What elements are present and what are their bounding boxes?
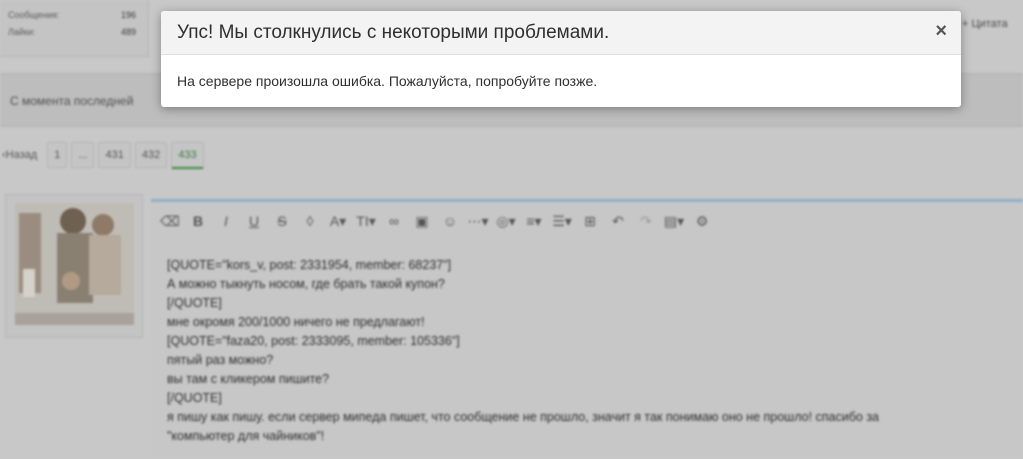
avatar-image	[15, 203, 134, 325]
strikethrough-icon[interactable]: S	[271, 213, 293, 229]
content-line: [/QUOTE]	[167, 296, 222, 310]
content-line: вы там с кликером пишите?	[167, 372, 330, 386]
quote-button[interactable]: + Цитата	[962, 18, 1008, 30]
content-line: мне окромя 200/1000 ничего не предлагают…	[167, 315, 425, 329]
user-stats-panel: Сообщения: 196 Лайки: 489	[0, 0, 149, 57]
avatar[interactable]	[15, 203, 134, 325]
dialog-header: Упс! Мы столкнулись с некоторыми проблем…	[161, 11, 961, 55]
italic-icon[interactable]: I	[215, 213, 237, 229]
banner-text: С момента последней	[10, 94, 134, 108]
content-line: я пишу как пишу. если сервер мипеда пише…	[167, 410, 880, 424]
link-icon[interactable]: ∞	[383, 213, 405, 229]
user-avatar-box	[5, 194, 143, 338]
content-line: А можно тыкнуть носом, где брать такой к…	[167, 277, 445, 291]
stat-value: 489	[120, 27, 136, 37]
settings-icon[interactable]: ⚙	[691, 213, 713, 230]
message-editor[interactable]: ⌫ B I U S ◊ A▾ TI▾ ∞ ▣ ☺ ⋯▾ ◎▾ ≡▾ ☰▾ ⊞ ↶…	[151, 199, 1023, 459]
bold-icon[interactable]: B	[187, 213, 209, 229]
stat-row-messages: Сообщения: 196	[8, 10, 136, 20]
page-link[interactable]: 1	[47, 142, 68, 168]
content-line: "компьютер для чайников"!	[167, 429, 325, 443]
underline-icon[interactable]: U	[243, 213, 265, 229]
stat-value: 196	[120, 10, 136, 20]
align-icon[interactable]: ≡▾	[523, 213, 545, 230]
editor-toolbar: ⌫ B I U S ◊ A▾ TI▾ ∞ ▣ ☺ ⋯▾ ◎▾ ≡▾ ☰▾ ⊞ ↶…	[159, 210, 713, 232]
text-color-icon[interactable]: ◊	[299, 213, 321, 229]
dialog-message: На сервере произошла ошибка. Пожалуйста,…	[177, 73, 598, 89]
more-icon[interactable]: ⋯▾	[467, 213, 489, 230]
table-icon[interactable]: ⊞	[579, 213, 601, 230]
list-icon[interactable]: ☰▾	[551, 213, 573, 230]
stat-label: Лайки:	[8, 27, 36, 37]
close-icon[interactable]: ×	[935, 21, 947, 41]
hide-icon[interactable]: ◎▾	[495, 213, 517, 230]
dialog-title: Упс! Мы столкнулись с некоторыми проблем…	[177, 22, 610, 43]
content-line: [QUOTE="kors_v, post: 2331954, member: 6…	[167, 258, 452, 272]
page-link[interactable]: 431	[98, 142, 131, 168]
content-line: [QUOTE="faza20, post: 2333095, member: 1…	[167, 334, 460, 348]
smiley-icon[interactable]: ☺	[439, 213, 461, 229]
content-line: [/QUOTE]	[167, 391, 222, 405]
font-family-icon[interactable]: A▾	[327, 213, 349, 230]
content-line: пятый раз можно?	[167, 353, 274, 367]
drafts-icon[interactable]: ▤▾	[663, 213, 685, 230]
editor-content[interactable]: [QUOTE="kors_v, post: 2331954, member: 6…	[167, 256, 879, 446]
undo-icon[interactable]: ↶	[607, 213, 629, 230]
page-link[interactable]: 432	[134, 142, 168, 168]
pagination: ‹Назад 1 ... 431 432 433	[0, 141, 204, 169]
redo-icon[interactable]: ↷	[635, 213, 657, 230]
page-ellipsis[interactable]: ...	[71, 142, 95, 168]
page-back-link[interactable]: ‹Назад	[0, 143, 43, 167]
page-link-current[interactable]: 433	[171, 141, 204, 169]
image-icon[interactable]: ▣	[411, 213, 433, 230]
font-size-icon[interactable]: TI▾	[355, 213, 377, 230]
stat-label: Сообщения:	[8, 10, 60, 20]
eraser-icon[interactable]: ⌫	[159, 213, 181, 230]
error-dialog: Упс! Мы столкнулись с некоторыми проблем…	[161, 11, 961, 107]
stat-row-likes: Лайки: 489	[8, 27, 136, 37]
